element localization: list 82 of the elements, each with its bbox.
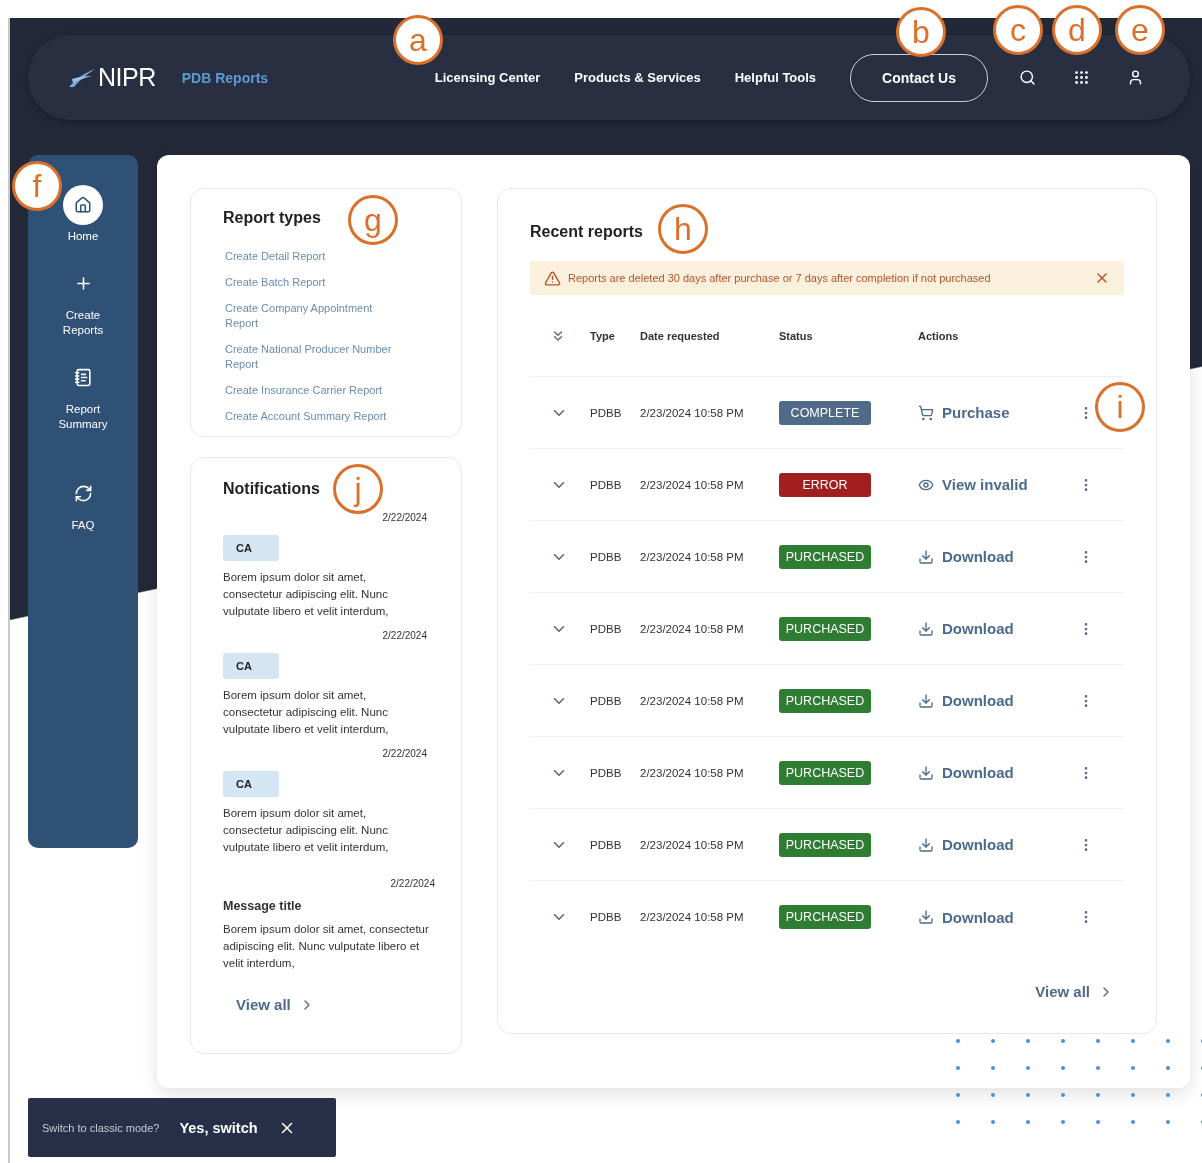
annotation-marker: c [993,5,1043,55]
notification-text: Borem ipsum dolor sit amet, consectetur adipiscing elit. Nunc vulputate libero et velit interdum, [223,922,429,971]
state-tag: CA [223,653,279,679]
message-title: Message title [223,899,303,913]
table-cell-text: PDBB [590,622,623,635]
table-cell-text: 2/23/2024 10:58 PM [640,766,745,779]
action-link[interactable]: Download [918,692,1068,709]
report-type-link[interactable]: Create Detail Report [225,249,403,264]
status-badge: PURCHASED [779,688,871,713]
sidebar-item[interactable]: Create Reports [43,263,123,338]
report-type-link[interactable]: Create Account Summary Report [225,409,403,424]
action-link[interactable]: View invalid [918,476,1068,493]
download-icon [918,764,934,781]
table-cell-text: 2/23/2024 10:58 PM [640,406,745,419]
nav-link[interactable]: Products & Services [557,70,718,85]
table-cell-text: PDBB [590,838,623,851]
annotation-marker: e [1115,5,1165,55]
download-icon [918,836,934,853]
notification-date: 2/22/2024 [382,630,427,641]
switch-button[interactable]: Yes, switch [179,1119,258,1136]
column-header: Actions [918,329,960,342]
report-type-link[interactable]: Create Company Appointment Report [225,301,403,331]
download-icon [918,548,934,565]
card-title: Notifications [223,480,320,498]
sidebar-item[interactable]: FAQ [43,473,123,533]
action-link[interactable]: Download [918,548,1068,565]
sidebar-item[interactable]: Report Summary [43,357,123,432]
card-title: Recent reports [530,223,643,241]
status-badge: PURCHASED [779,616,871,641]
table-cell-text: 2/23/2024 10:58 PM [640,478,745,491]
action-link[interactable]: Purchase [918,404,1068,421]
state-tag: CA [223,535,279,561]
view-all-link[interactable]: View all [236,996,315,1013]
table-cell-text: 2/23/2024 10:58 PM [640,911,745,923]
app-name: PDB Reports [181,69,269,86]
action-link[interactable]: Download [918,620,1068,637]
status-badge: PURCHASED [779,905,871,929]
annotation-marker: d [1052,5,1102,55]
download-icon [918,620,934,637]
status-badge: COMPLETE [779,400,871,425]
view-all-link[interactable]: View all [1035,983,1114,1000]
table-cell-text: PDBB [590,478,623,491]
card-title: Report types [223,209,321,227]
table-cell-text: 2/23/2024 10:58 PM [640,694,745,707]
toast-message: Switch to classic mode? [42,1121,160,1134]
table-cell-text: 2/23/2024 10:58 PM [640,550,745,563]
column-header: Status [779,329,814,342]
download-icon [918,692,934,709]
table-cell-text: 2/23/2024 10:58 PM [640,622,745,635]
report-type-link[interactable]: Create Batch Report [225,275,403,290]
annotation-marker: b [896,7,946,57]
column-header: Date requested [640,329,721,342]
column-header: Type [590,329,616,342]
table-cell-text: PDBB [590,694,623,707]
notification-text: Borem ipsum dolor sit amet, consectetur adipiscing elit. Nunc vulputate libero et velit interdum, [223,806,390,855]
action-link[interactable]: Download [918,908,1068,926]
action-link[interactable]: Download [918,764,1068,781]
notification-date: 2/22/2024 [382,512,427,523]
action-link[interactable]: Download [918,836,1068,853]
status-badge: PURCHASED [779,760,871,785]
notification-date: 2/22/2024 [382,748,427,759]
logo[interactable]: NIPR [68,63,156,92]
warning-icon [544,269,561,287]
state-tag: CA [223,771,279,797]
table-cell-text: PDBB [590,406,623,419]
report-type-link[interactable]: Create National Producer Number Report [225,342,403,372]
warning-text: Reports are deleted 30 days after purchase or 7 days after completion if not purchased [568,272,992,284]
status-badge: PURCHASED [779,832,871,857]
nav-link[interactable]: Licensing Center [417,70,558,85]
cart-icon [918,404,934,421]
table-cell-text: PDBB [590,911,623,923]
report-type-link[interactable]: Create Insurance Carrier Report [225,383,403,398]
notification-date: 2/22/2024 [390,878,435,889]
notification-text: Borem ipsum dolor sit amet, consectetur adipiscing elit. Nunc vulputate libero et velit interdum, [223,570,390,619]
nav-link[interactable]: Helpful Tools [717,70,834,85]
notification-text: Borem ipsum dolor sit amet, consectetur adipiscing elit. Nunc vulputate libero et velit interdum, [223,688,390,737]
table-cell-text: PDBB [590,550,623,563]
status-badge: PURCHASED [779,544,871,569]
table-cell-text: PDBB [590,766,623,779]
table-cell-text: 2/23/2024 10:58 PM [640,838,745,851]
status-badge: ERROR [779,472,871,497]
download-icon [918,909,934,925]
